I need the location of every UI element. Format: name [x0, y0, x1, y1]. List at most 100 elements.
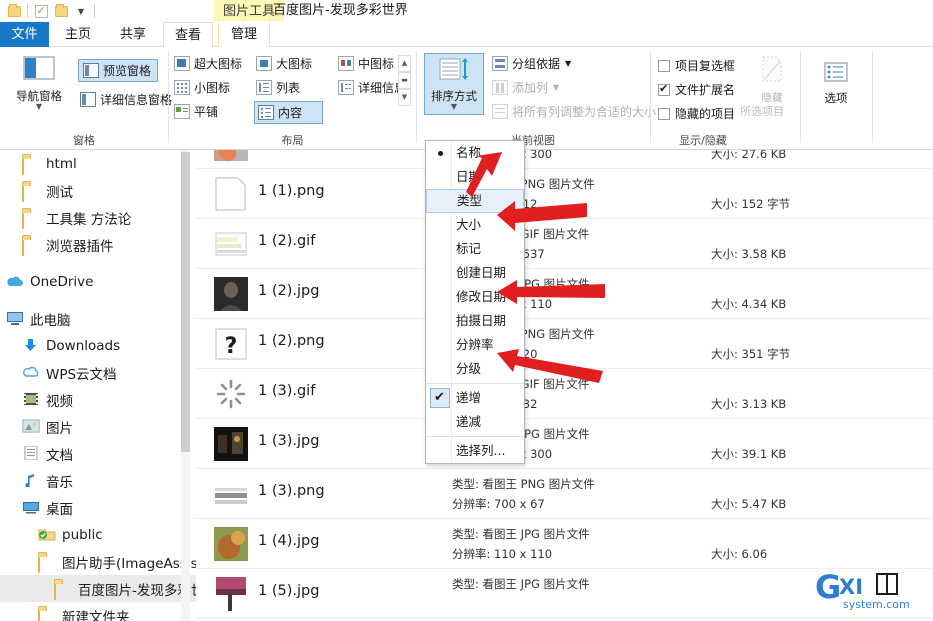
layout-scroll-thumb[interactable]: ▬ — [398, 72, 411, 89]
layout-content-button[interactable]: 内容 — [254, 101, 324, 124]
layout-large-icons-button[interactable]: 大图标 — [256, 55, 312, 72]
sidebar-item-0[interactable]: html — [0, 150, 196, 177]
file-extensions-toggle[interactable]: 文件扩展名 — [658, 81, 735, 98]
sidebar-item-15[interactable]: public — [0, 521, 196, 548]
ribbon-group-label-layout: 布局 — [281, 134, 304, 147]
large-icons-icon — [256, 56, 272, 71]
tab-share[interactable]: 共享 — [108, 22, 158, 47]
preview-pane-button[interactable]: 预览窗格 — [78, 59, 159, 82]
file-size: 大小: 39.1 KB — [711, 447, 787, 461]
file-thumbnail — [214, 427, 248, 461]
medium-icons-icon — [338, 56, 354, 71]
item-checkboxes-checkbox[interactable] — [658, 59, 670, 72]
layout-medium-icons-button[interactable]: 中图标 — [338, 55, 394, 72]
quick-access-folder-icon[interactable] — [4, 1, 24, 21]
sidebar-item-5[interactable]: OneDrive — [0, 268, 196, 295]
item-checkboxes-toggle[interactable]: 项目复选框 — [658, 57, 735, 74]
sidebar-item-label: 视频 — [46, 393, 73, 410]
sidebar-item-8[interactable]: Downloads — [0, 332, 196, 359]
hidden-items-checkbox[interactable] — [658, 107, 670, 120]
layout-tiles-button[interactable]: 平铺 — [174, 103, 218, 120]
folder-icon — [22, 183, 40, 202]
navigation-pane[interactable]: html 测试工具集 方法论 浏览器插件 OneDrive 此电脑 Downloads WP… — [0, 150, 196, 621]
check-icon — [430, 386, 450, 410]
tab-file[interactable]: 文件 — [0, 22, 49, 47]
table-row[interactable]: 1 (3).jpg类型: 看图王 JPG 图片文件分辨率: 450 x 300大… — [196, 419, 933, 469]
quick-access-properties-icon[interactable] — [31, 1, 51, 21]
file-thumbnail — [214, 177, 248, 211]
file-extensions-checkbox[interactable] — [658, 82, 670, 96]
sidebar-item-7[interactable]: 此电脑 — [0, 305, 196, 332]
folder-icon — [22, 210, 40, 229]
annotation-arrow-to-resolution — [497, 349, 603, 383]
table-row[interactable]: 1 (3).png 类型: 看图王 PNG 图片文件 分辨率: 700 x 67 大小… — [196, 469, 933, 519]
sidebar-item-13[interactable]: 音乐 — [0, 467, 196, 494]
table-row[interactable]: 1 (4).jpg 类型: 看图王 JPG 图片文件 分辨率: 110 x 110 大… — [196, 519, 933, 569]
sort-menu-item-footer-0[interactable]: 选择列... — [426, 439, 524, 463]
sidebar-item-label: 新建文件夹 — [62, 609, 130, 621]
layout-extra-large-icons-button[interactable]: 超大图标 — [174, 55, 242, 72]
sidebar-item-11[interactable]: 图片 — [0, 413, 196, 440]
tab-view[interactable]: 查看 — [163, 22, 213, 47]
ribbon-group-options: 选项 — [802, 47, 872, 150]
add-column-button[interactable]: 添加列 ▼ — [492, 79, 559, 96]
sidebar-item-9[interactable]: WPS云文档 — [0, 359, 196, 386]
details-pane-button[interactable]: 详细信息窗格 — [80, 91, 172, 108]
sort-by-button[interactable]: 排序方式 ▼ — [424, 53, 484, 115]
sidebar-item-label: html — [46, 155, 77, 172]
size-all-columns-button[interactable]: 将所有列调整为合适的大小 — [492, 103, 656, 120]
divider — [650, 51, 651, 143]
sidebar-item-label: 百度图片-发现多彩世 — [78, 582, 196, 599]
navigation-pane-button[interactable]: 导航窗格 ▼ — [8, 55, 70, 111]
file-size: 大小: 6.06 — [711, 547, 768, 561]
sidebar-item-label: 音乐 — [46, 474, 73, 491]
content-icon — [258, 105, 274, 120]
options-button[interactable]: 选项 — [810, 61, 862, 106]
pictures-icon — [22, 419, 40, 435]
details-view-icon — [338, 80, 354, 95]
layout-scroll-down-button[interactable]: ▼ — [398, 89, 411, 106]
watermark-logo-icon: G XI system.com — [815, 568, 910, 611]
sidebar-item-18[interactable]: 新建文件夹 — [0, 602, 196, 621]
sidebar-item-label: 此电脑 — [30, 312, 71, 329]
sort-menu-item-order-0[interactable]: 递增 — [426, 386, 524, 410]
file-thumbnail — [214, 377, 248, 411]
sort-menu-item-label: 选择列... — [456, 443, 506, 458]
sidebar-item-12[interactable]: 文档 — [0, 440, 196, 467]
sidebar-item-16[interactable]: 图片助手(ImageAssis — [0, 548, 196, 575]
layout-gallery-scrollbar[interactable]: ▲ ▬ ▼ — [398, 55, 411, 111]
sidebar-item-3[interactable]: 浏览器插件 — [0, 231, 196, 258]
sort-menu-item-sort-4[interactable]: 标记 — [426, 237, 524, 261]
divider — [872, 51, 873, 143]
tab-home[interactable]: 主页 — [53, 22, 103, 47]
tab-manage[interactable]: 管理 — [218, 22, 270, 47]
layout-details-button[interactable]: 详细信息 — [338, 79, 406, 96]
layout-list-button[interactable]: 列表 — [256, 79, 300, 96]
group-by-button[interactable]: 分组依据 ▼ — [492, 55, 571, 72]
layout-small-icons-button[interactable]: 小图标 — [174, 79, 230, 96]
quick-access-new-folder-icon[interactable] — [51, 1, 71, 21]
sidebar-item-10[interactable]: 视频 — [0, 386, 196, 413]
sidebar-item-14[interactable]: 桌面 — [0, 494, 196, 521]
file-thumbnail — [214, 150, 248, 161]
sidebar-item-label: 测试 — [46, 184, 73, 201]
file-type: 类型: 看图王 JPG 图片文件 — [452, 527, 590, 541]
hidden-items-toggle[interactable]: 隐藏的项目 — [658, 105, 735, 122]
layout-scroll-up-button[interactable]: ▲ — [398, 55, 411, 72]
table-row[interactable]: 1 (1).jpg类型: 看图王 JPG 图片文件分辨率: 326 x 300大… — [196, 150, 933, 169]
file-resolution: 分辨率: 110 x 110 — [452, 547, 553, 561]
sidebar-item-2[interactable]: 工具集 方法论 — [0, 204, 196, 231]
divider — [27, 4, 28, 18]
sidebar-item-17[interactable]: 百度图片-发现多彩世 — [0, 575, 196, 602]
file-size: 大小: 152 字节 — [711, 197, 791, 211]
quick-access-chevron-down-icon[interactable]: ▼ — [71, 1, 91, 21]
nav-scrollbar-thumb[interactable] — [181, 152, 190, 452]
hide-selected-items-button[interactable]: 隐藏 — [748, 55, 796, 105]
size-columns-icon — [492, 104, 508, 119]
sort-menu-item-order-1[interactable]: 递减 — [426, 410, 524, 434]
folder-icon — [54, 581, 72, 600]
sidebar-item-label: OneDrive — [30, 273, 94, 290]
sidebar-item-1[interactable]: 测试 — [0, 177, 196, 204]
sort-menu-item-sort-7[interactable]: 拍摄日期 — [426, 309, 524, 333]
